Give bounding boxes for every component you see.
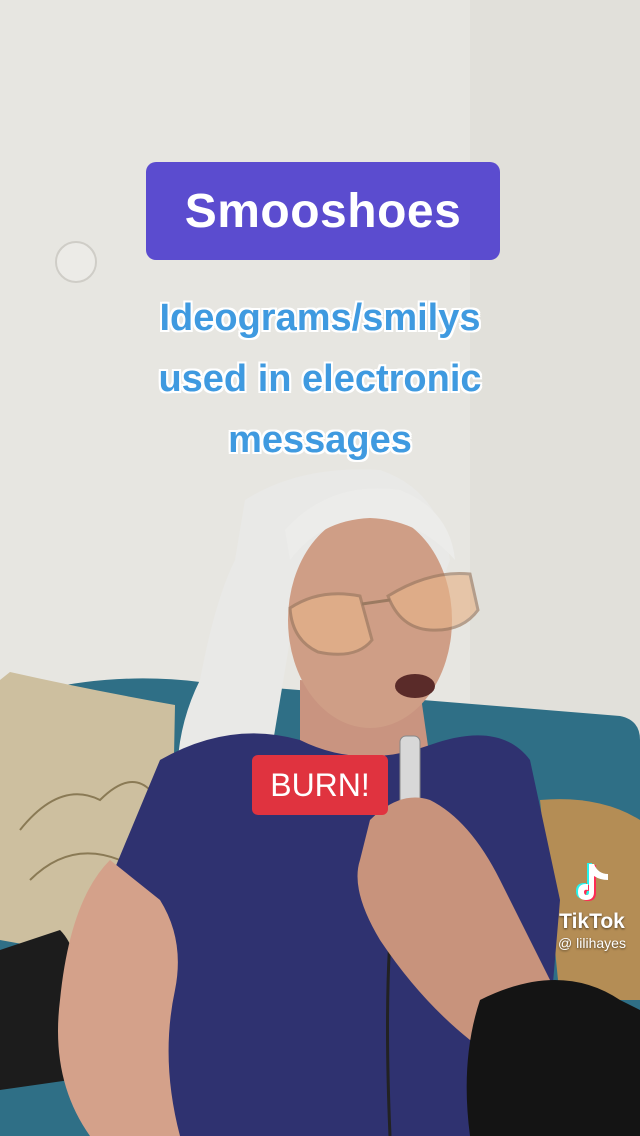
subtitle-line-1: Ideograms/smilys: [159, 297, 481, 339]
tiktok-watermark: TikTok @ lilihayes: [550, 860, 634, 951]
video-frame: Smooshoes Ideograms/smilys used in elect…: [0, 0, 640, 1136]
burn-text: BURN!: [270, 766, 370, 803]
subtitle-line-2: used in electronic: [158, 358, 482, 400]
tiktok-handle: @ lilihayes: [558, 935, 626, 951]
subtitle-line-3: messages: [228, 419, 412, 461]
burn-badge: BURN!: [252, 755, 388, 815]
tiktok-brand: TikTok: [559, 910, 625, 933]
wall-outlet: [55, 241, 97, 283]
subtitle-caption: Ideograms/smilys used in electronic mess…: [60, 288, 580, 471]
mouth: [395, 674, 435, 698]
tiktok-logo-icon: [576, 863, 608, 901]
interviewer-sleeve: [466, 980, 640, 1136]
title-text: Smooshoes: [184, 184, 462, 238]
title-badge: Smooshoes: [146, 162, 500, 260]
